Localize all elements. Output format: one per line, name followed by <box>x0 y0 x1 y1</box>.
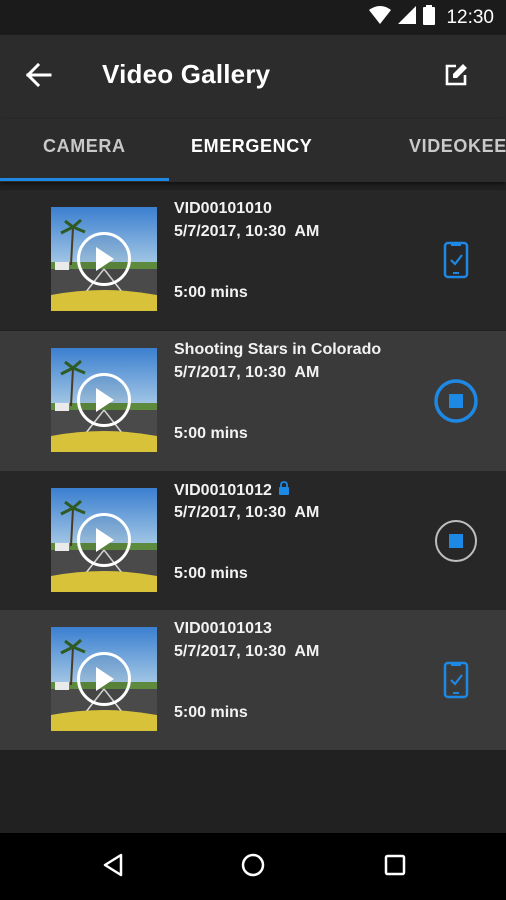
tab-videokeeper[interactable]: VIDEOKEEPER <box>409 119 506 182</box>
nav-recents-button[interactable] <box>375 847 415 887</box>
video-info: VID00101013 5/7/2017, 10:30 AM 5:00 mins <box>174 610 424 750</box>
play-icon <box>77 513 131 567</box>
video-info: VID00101012 5/7/2017, 10:30 AM 5:00 mins <box>174 471 424 611</box>
battery-icon <box>423 5 436 30</box>
play-button[interactable] <box>51 627 157 731</box>
nav-back-button[interactable] <box>93 847 133 887</box>
video-info: Shooting Stars in Colorado 5/7/2017, 10:… <box>174 331 424 471</box>
video-name: VID00101010 <box>174 200 272 217</box>
video-list-item[interactable]: VID00101013 5/7/2017, 10:30 AM 5:00 mins <box>0 610 506 750</box>
video-duration: 5:00 mins <box>174 284 248 301</box>
home-circle-icon <box>241 853 265 882</box>
edit-icon <box>443 62 469 93</box>
download-progress-stop-icon <box>433 378 479 429</box>
tab-bar: CAMERA EMERGENCY VIDEOKEEPER <box>0 119 506 182</box>
status-bar: 12:30 <box>0 0 506 35</box>
video-date: 5/7/2017, 10:30 AM <box>174 504 320 521</box>
video-name: VID00101013 <box>174 620 272 637</box>
nav-home-button[interactable] <box>233 847 273 887</box>
video-list-item[interactable]: VID00101012 5/7/2017, 10:30 AM 5:00 mins <box>0 471 506 611</box>
video-name-row: VID00101010 <box>174 200 272 218</box>
back-triangle-icon <box>101 853 125 882</box>
play-icon <box>77 232 131 286</box>
app-bar: Video Gallery <box>0 35 506 119</box>
play-button[interactable] <box>51 488 157 592</box>
recents-square-icon <box>384 854 406 881</box>
video-date: 5/7/2017, 10:30 AM <box>174 643 320 660</box>
video-date: 5/7/2017, 10:30 AM <box>174 223 320 240</box>
phone-check-icon <box>443 661 469 704</box>
tab-indicator <box>0 178 169 181</box>
edit-button[interactable] <box>438 59 474 95</box>
play-icon <box>77 373 131 427</box>
video-duration: 5:00 mins <box>174 565 248 582</box>
video-status-button[interactable] <box>433 518 479 569</box>
video-status-button[interactable] <box>433 659 479 705</box>
arrow-back-icon <box>25 62 52 92</box>
video-name-row: VID00101013 <box>174 620 272 638</box>
video-date: 5/7/2017, 10:30 AM <box>174 364 320 381</box>
play-button[interactable] <box>51 348 157 452</box>
wifi-icon <box>369 6 392 29</box>
play-button[interactable] <box>51 207 157 311</box>
video-status-button[interactable] <box>433 239 479 285</box>
video-duration: 5:00 mins <box>174 425 248 442</box>
video-list-item[interactable]: Shooting Stars in Colorado 5/7/2017, 10:… <box>0 331 506 471</box>
video-duration: 5:00 mins <box>174 704 248 721</box>
video-thumbnail[interactable] <box>51 488 157 592</box>
video-name-row: VID00101012 <box>174 481 290 500</box>
video-name-row: Shooting Stars in Colorado <box>174 341 381 359</box>
status-time: 12:30 <box>446 6 494 28</box>
video-thumbnail[interactable] <box>51 627 157 731</box>
video-thumbnail[interactable] <box>51 348 157 452</box>
stop-download-icon <box>433 518 479 569</box>
video-list-item[interactable]: VID00101010 5/7/2017, 10:30 AM 5:00 mins <box>0 190 506 330</box>
lock-icon <box>278 481 290 500</box>
play-icon <box>77 652 131 706</box>
video-info: VID00101010 5/7/2017, 10:30 AM 5:00 mins <box>174 190 424 330</box>
tab-camera[interactable]: CAMERA <box>43 119 126 182</box>
phone-check-icon <box>443 241 469 284</box>
back-button[interactable] <box>22 60 56 94</box>
navigation-bar <box>0 833 506 900</box>
tab-emergency[interactable]: EMERGENCY <box>191 119 312 182</box>
page-title: Video Gallery <box>102 59 271 89</box>
video-thumbnail[interactable] <box>51 207 157 311</box>
video-status-button[interactable] <box>433 378 479 429</box>
video-name: Shooting Stars in Colorado <box>174 341 382 358</box>
video-name: VID00101012 <box>174 481 272 499</box>
signal-icon <box>398 6 417 29</box>
